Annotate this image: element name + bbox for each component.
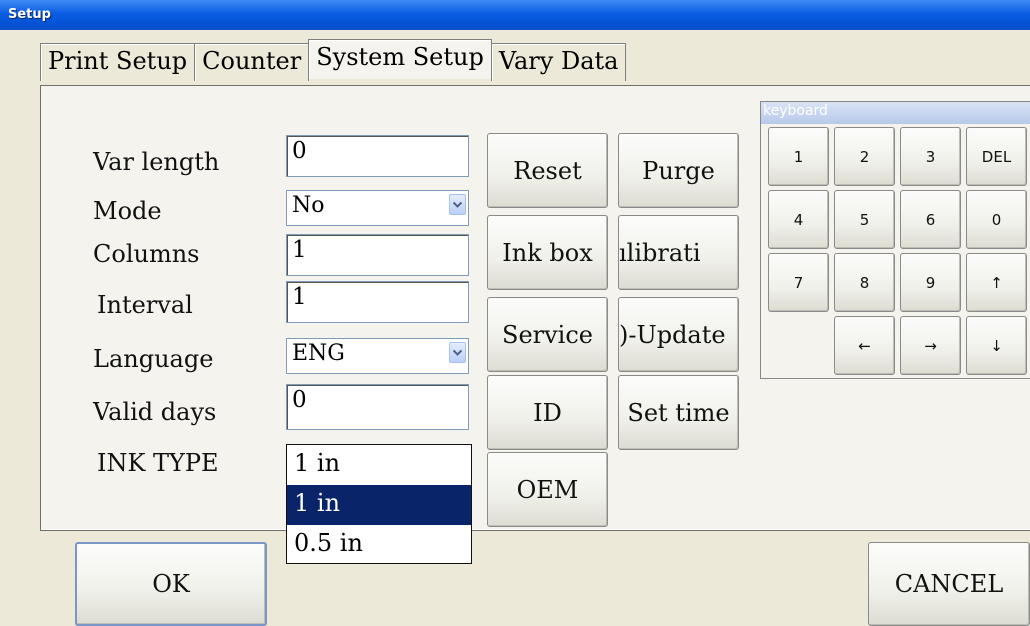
id-button[interactable]: ID	[487, 375, 608, 450]
update-button[interactable]: )-Update	[618, 297, 739, 372]
arrow-up-icon[interactable]: ↑	[966, 253, 1027, 312]
key-4[interactable]: 4	[768, 190, 829, 249]
key-del[interactable]: DEL	[966, 127, 1027, 186]
ok-button[interactable]: OK	[75, 542, 267, 626]
columns-label: Columns	[93, 240, 200, 268]
cancel-button[interactable]: CANCEL	[868, 542, 1030, 626]
key-7[interactable]: 7	[768, 253, 829, 312]
chevron-down-icon[interactable]	[449, 194, 466, 215]
arrow-right-icon[interactable]: →	[900, 316, 961, 375]
mode-label: Mode	[93, 197, 162, 225]
language-value: ENG	[292, 341, 345, 366]
arrow-down-icon[interactable]: ↓	[966, 316, 1027, 375]
tab-counter[interactable]: Counter	[194, 43, 310, 81]
keyboard-title: keyboard	[761, 102, 1030, 124]
key-8[interactable]: 8	[834, 253, 895, 312]
ink-type-option-1in[interactable]: 1 in	[287, 485, 471, 525]
calibration-button[interactable]: ılibrati	[618, 215, 739, 290]
key-1[interactable]: 1	[768, 127, 829, 186]
key-2[interactable]: 2	[834, 127, 895, 186]
var-length-input[interactable]: 0	[286, 135, 469, 177]
tab-vary-data[interactable]: Vary Data	[490, 43, 627, 81]
interval-label: Interval	[97, 291, 193, 319]
ink-type-current-value[interactable]: 1 in	[287, 445, 471, 485]
key-0[interactable]: 0	[966, 190, 1027, 249]
chevron-down-icon[interactable]	[449, 342, 466, 363]
tab-system-setup[interactable]: System Setup	[308, 39, 492, 79]
valid-days-input[interactable]: 0	[286, 384, 469, 430]
var-length-label: Var length	[93, 148, 220, 176]
tab-print-setup[interactable]: Print Setup	[40, 43, 196, 81]
columns-input[interactable]: 1	[286, 234, 469, 276]
ink-box-button[interactable]: Ink box	[487, 215, 608, 290]
key-5[interactable]: 5	[834, 190, 895, 249]
service-button[interactable]: Service	[487, 297, 608, 372]
ink-type-label: INK TYPE	[97, 449, 219, 477]
arrow-left-icon[interactable]: ←	[834, 316, 895, 375]
ink-type-dropdown[interactable]: 1 in 1 in 0.5 in	[286, 444, 472, 564]
mode-value: No	[292, 193, 325, 218]
key-3[interactable]: 3	[900, 127, 961, 186]
window-title-bar: Setup	[0, 0, 1030, 30]
purge-button[interactable]: Purge	[618, 133, 739, 208]
language-select[interactable]: ENG	[286, 338, 469, 374]
key-6[interactable]: 6	[900, 190, 961, 249]
mode-select[interactable]: No	[286, 190, 469, 226]
valid-days-label: Valid days	[93, 398, 217, 426]
reset-button[interactable]: Reset	[487, 133, 608, 208]
interval-input[interactable]: 1	[286, 281, 469, 323]
language-label: Language	[93, 345, 214, 373]
window-title: Setup	[8, 7, 51, 22]
ink-type-option-0-5in[interactable]: 0.5 in	[287, 525, 471, 565]
set-time-button[interactable]: Set time	[618, 375, 739, 450]
tab-strip: Print Setup Counter System Setup Vary Da…	[40, 39, 627, 81]
oem-button[interactable]: OEM	[487, 452, 608, 527]
key-9[interactable]: 9	[900, 253, 961, 312]
